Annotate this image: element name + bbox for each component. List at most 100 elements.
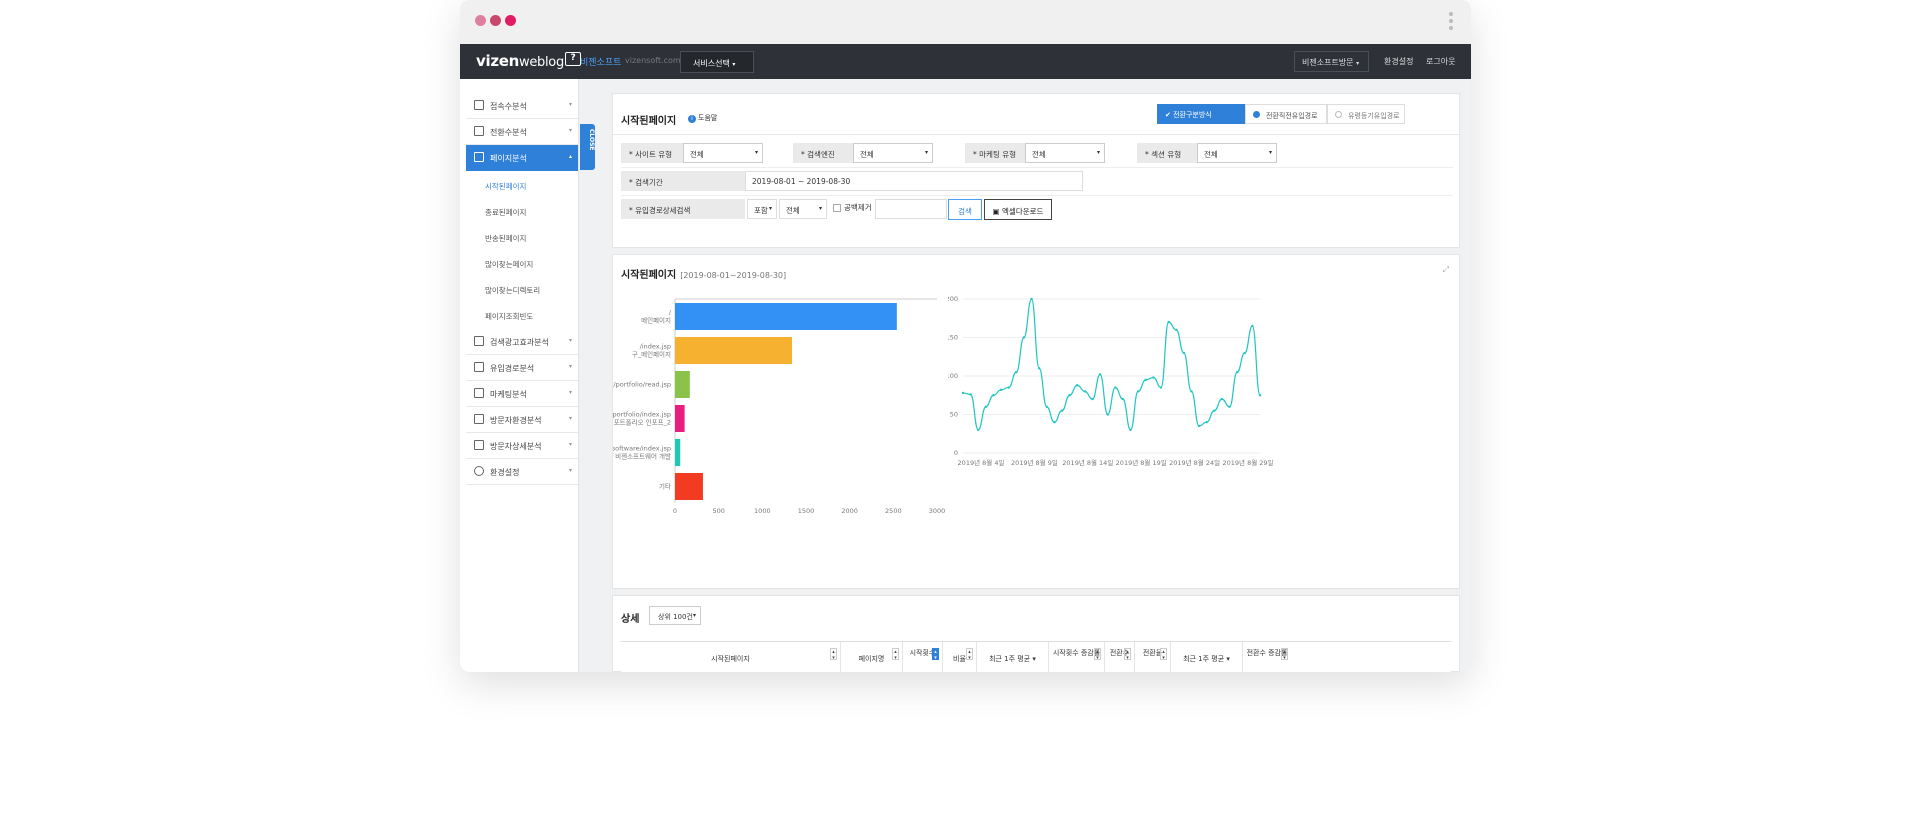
segment-ghost-inflow[interactable]: 유령등기유입경로 bbox=[1327, 104, 1405, 124]
sidebar-sub-page-frequency[interactable]: 페이지조회빈도 bbox=[485, 311, 533, 322]
search-button[interactable]: 검색 bbox=[948, 199, 982, 220]
category-label: 메인페이지 bbox=[641, 316, 671, 325]
section-type-label: * 섹션 유형 bbox=[1137, 143, 1197, 163]
kebab-menu-icon[interactable] bbox=[1449, 12, 1453, 34]
col-weekly-avg-2[interactable]: 최근 1주 평균 ▾ bbox=[1171, 642, 1243, 672]
search-ad-icon bbox=[474, 336, 484, 346]
caret-down-icon: ▾ bbox=[754, 149, 758, 156]
path-detail-label-text: 유입경로상세검색 bbox=[635, 206, 691, 215]
sidebar-item-conversions[interactable]: 전환수분석 ▾ bbox=[466, 119, 578, 145]
sidebar-sub-popular-dirs[interactable]: 많이찾는디렉토리 bbox=[485, 285, 540, 296]
brand-site: vizensoft.com bbox=[625, 56, 681, 65]
tick-label: 2019년 8월 4일 bbox=[958, 458, 1005, 467]
browser-window: vizenweblog? 비젠소프트 vizensoft.com 서비스선택 ▾… bbox=[460, 0, 1471, 672]
remove-space-checkbox[interactable]: 공백제거 bbox=[833, 202, 872, 213]
window-dot-1[interactable] bbox=[475, 15, 486, 26]
data-point bbox=[999, 388, 1003, 392]
col-page-name[interactable]: 페이지명 ▴ ▾ bbox=[841, 642, 903, 672]
help-button[interactable]: i 도움말 bbox=[688, 113, 717, 123]
data-point bbox=[1030, 297, 1033, 301]
detail-title: 상세 bbox=[621, 614, 640, 625]
chevron-up-icon: ▴ bbox=[568, 153, 572, 160]
data-point bbox=[1091, 397, 1094, 401]
segment-conversion-method[interactable]: ✔ 전환구분방식 bbox=[1157, 104, 1245, 124]
doc-icon bbox=[474, 152, 484, 162]
sidebar-close-tab[interactable]: CLOSE bbox=[580, 124, 595, 170]
expand-icon[interactable]: ⤢ bbox=[1443, 265, 1449, 275]
data-point bbox=[1053, 421, 1056, 424]
sidebar-item-visitor-detail[interactable]: 방문자상세분석 ▾ bbox=[466, 433, 578, 459]
settings-link[interactable]: 환경설정 bbox=[1384, 56, 1413, 67]
col-start-page[interactable]: 시작된페이지 ▴ ▾ bbox=[621, 642, 841, 672]
search-engine-label-text: 검색엔진 bbox=[807, 150, 835, 159]
sidebar-item-label: 유입경로분석 bbox=[490, 364, 535, 373]
col-weekly-avg[interactable]: 최근 1주 평균 ▾ bbox=[977, 642, 1049, 672]
col-label: 최근 1주 평균 bbox=[989, 655, 1031, 663]
sidebar-item-label: 방문자상세분석 bbox=[490, 442, 542, 451]
sidebar-sub-popular-pages[interactable]: 많이찾는페이지 bbox=[485, 259, 533, 270]
sort-icon-active[interactable]: ▴ ▾ bbox=[932, 648, 939, 661]
excel-download-button[interactable]: ▣ 엑셀다운로드 bbox=[984, 199, 1052, 220]
sidebar-item-search-ads[interactable]: 검색광고효과분석 ▾ bbox=[466, 329, 578, 355]
sort-icon[interactable]: ▴ ▾ bbox=[966, 648, 973, 661]
data-point bbox=[1007, 386, 1010, 389]
path-scope-select[interactable]: 전체 ▾ bbox=[779, 199, 827, 219]
col-conversion-change[interactable]: 전환수 증감률 ▴ ▾ bbox=[1243, 642, 1291, 672]
sidebar-item-label: 전환수분석 bbox=[490, 128, 527, 137]
sort-icon[interactable]: ▴ ▾ bbox=[1124, 648, 1131, 661]
page-title: 시작된페이지 bbox=[621, 116, 677, 127]
logout-link[interactable]: 로그아웃 bbox=[1426, 56, 1455, 67]
detail-table-header: 시작된페이지 ▴ ▾ 페이지명 ▴ ▾ 시작횟수 ▴ ▾ 비율 ▴ ▾ 최근 1주 평균 ▾ 시… bbox=[621, 641, 1451, 672]
window-dot-3[interactable] bbox=[505, 15, 516, 26]
period-input[interactable]: 2019-08-01 ~ 2019-08-30 bbox=[745, 171, 1083, 191]
sort-icon[interactable]: ▴ ▾ bbox=[830, 648, 837, 661]
section-type-select[interactable]: 전체 ▾ bbox=[1197, 143, 1277, 163]
col-conversion-rate[interactable]: 전환율 ▴ ▾ bbox=[1135, 642, 1171, 672]
col-start-change[interactable]: 시작횟수 증감률 ▴ ▾ bbox=[1049, 642, 1105, 672]
data-point bbox=[1106, 413, 1109, 416]
visit-link-label: 비젠소프트방문 bbox=[1302, 58, 1354, 67]
sidebar-item-visits[interactable]: 접속수분석 ▾ bbox=[466, 93, 578, 119]
chevron-down-icon: ▾ bbox=[568, 467, 572, 474]
sort-icon[interactable]: ▴ ▾ bbox=[1160, 648, 1167, 661]
divider bbox=[621, 195, 1453, 196]
category-label: 기타 bbox=[659, 482, 671, 491]
sidebar-item-settings[interactable]: 환경설정 ▾ bbox=[466, 459, 578, 485]
sidebar-item-pages[interactable]: 페이지분석 ▴ bbox=[466, 145, 578, 171]
data-point bbox=[1235, 370, 1239, 374]
tick-label: 500 bbox=[712, 507, 724, 515]
sort-icon[interactable]: ▴ ▾ bbox=[1281, 648, 1288, 661]
sidebar-item-marketing[interactable]: 마케팅분석 ▾ bbox=[466, 381, 578, 407]
search-engine-select[interactable]: 전체 ▾ bbox=[853, 143, 933, 163]
brand-name[interactable]: 비젠소프트 bbox=[580, 55, 621, 68]
segment-label: 전환구분방식 bbox=[1173, 111, 1212, 119]
visit-vizensoft-link[interactable]: 비젠소프트방문 ▾ bbox=[1294, 51, 1369, 72]
data-point bbox=[1213, 409, 1216, 412]
sidebar-item-inflow[interactable]: 유입경로분석 ▾ bbox=[466, 355, 578, 381]
tick-label: 3000 bbox=[929, 507, 946, 515]
sidebar-item-visitor-env[interactable]: 방문자환경분석 ▾ bbox=[466, 407, 578, 433]
data-point bbox=[1060, 409, 1064, 412]
path-keyword-input[interactable] bbox=[875, 199, 947, 219]
top-n-select[interactable]: 상위 100건 ▾ bbox=[649, 606, 701, 625]
category-label: 포트폴리오 인포프_2 bbox=[614, 418, 671, 427]
marketing-type-select[interactable]: 전체 ▾ bbox=[1025, 143, 1105, 163]
tick-label: 2000 bbox=[841, 507, 858, 515]
sidebar-sub-start-pages[interactable]: 시작된페이지 bbox=[485, 181, 526, 192]
window-dot-2[interactable] bbox=[490, 15, 501, 26]
col-ratio[interactable]: 비율 ▴ ▾ bbox=[943, 642, 977, 672]
col-conversions[interactable]: 전환수 ▴ ▾ bbox=[1105, 642, 1135, 672]
sidebar-sub-end-pages[interactable]: 종료된페이지 bbox=[485, 207, 526, 218]
site-type-select[interactable]: 전체 ▾ bbox=[683, 143, 763, 163]
path-mode-select[interactable]: 포함 ▾ bbox=[747, 199, 777, 219]
site-type-value: 전체 bbox=[690, 150, 704, 159]
service-select[interactable]: 서비스선택 ▾ bbox=[680, 51, 754, 73]
logo[interactable]: vizenweblog? bbox=[476, 52, 581, 70]
col-start-count[interactable]: 시작횟수 ▴ ▾ bbox=[903, 642, 943, 672]
sort-icon[interactable]: ▴ ▾ bbox=[1094, 648, 1101, 661]
sort-icon[interactable]: ▴ ▾ bbox=[892, 648, 899, 661]
segment-last-inflow[interactable]: 전환직전유입경로 bbox=[1245, 104, 1327, 124]
divider bbox=[621, 167, 1453, 168]
sidebar-item-label: 접속수분석 bbox=[490, 102, 527, 111]
sidebar-sub-bounce-pages[interactable]: 반송된페이지 bbox=[485, 233, 526, 244]
